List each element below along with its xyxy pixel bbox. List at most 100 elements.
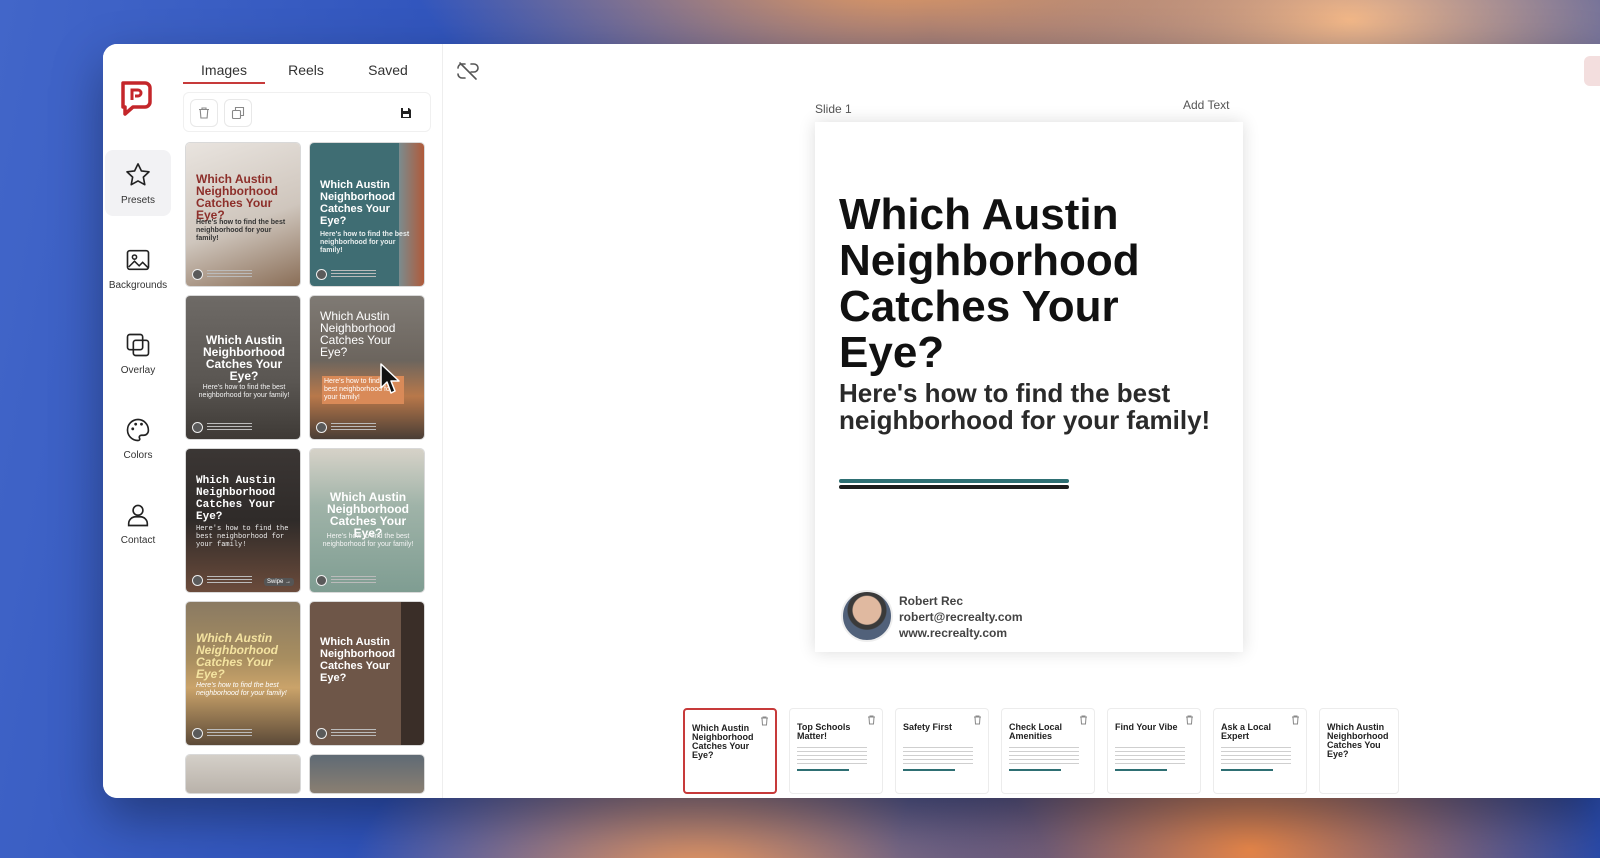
layers-icon [126, 333, 150, 356]
thumb-contact [316, 574, 376, 586]
rail-label: Overlay [120, 364, 156, 376]
tab-saved[interactable]: Saved [347, 58, 429, 84]
preset-thumbnail[interactable]: Which Austin Neighborhood Catches Your E… [185, 448, 301, 593]
avatar [192, 574, 203, 586]
contact-lines [331, 576, 376, 584]
thumb-contact [316, 268, 376, 280]
gallery-tabs: Images Reels Saved [183, 58, 433, 84]
preset-thumbnail[interactable] [309, 754, 425, 794]
rail-item-overlay[interactable]: Overlay [105, 320, 171, 386]
slide-thumbnail-5[interactable]: Find Your Vibe [1107, 708, 1201, 794]
thumb-title: Which Austin Neighborhood Catches Your E… [320, 179, 396, 227]
film-title: Safety First [903, 722, 953, 732]
slide-filmstrip: Which Austin Neighborhood Catches Your E… [683, 708, 1403, 798]
thumb-title: Which Austin Neighborhood Catches Your E… [196, 172, 278, 222]
avatar [316, 268, 327, 280]
slide-canvas[interactable]: Which Austin Neighborhood Catches Your E… [815, 122, 1243, 652]
slide-thumbnail-6[interactable]: Ask a Local Expert [1213, 708, 1307, 794]
star-icon [126, 162, 150, 185]
thumb-contact [192, 268, 252, 280]
thumb-subtitle: Here's how to find the best neighborhood… [196, 525, 289, 549]
thumb-title: Which Austin Neighborhood Catches Your E… [196, 475, 276, 523]
tab-images[interactable]: Images [183, 58, 265, 84]
rail-item-presets[interactable]: Presets [105, 150, 171, 216]
slide-thumbnail-2[interactable]: Top Schools Matter! [789, 708, 883, 794]
film-title: Find Your Vibe [1115, 722, 1178, 732]
preset-thumbnail[interactable]: Which Austin Neighborhood Catches Your E… [185, 601, 301, 746]
avatar [316, 574, 327, 586]
canvas-area: Slide 1 Add Text Which Austin Neighborho… [380, 44, 1600, 798]
rail-label: Backgrounds [108, 279, 168, 291]
thumb-subtitle: Here's how to find the best neighborhood… [196, 219, 286, 242]
film-text-lines [1009, 747, 1079, 765]
slide-thumbnail-4[interactable]: Check Local Amenities [1001, 708, 1095, 794]
preset-thumbnail[interactable]: Which Austin Neighborhood Catches Your E… [309, 448, 425, 593]
thumb-contact [192, 727, 252, 739]
thumb-contact [192, 421, 252, 433]
swipe-badge: Swipe → [263, 578, 294, 586]
film-title: Which Austin Neighborhood Catches You Ey… [1327, 722, 1389, 759]
trash-icon [199, 107, 209, 119]
preset-thumbnail[interactable]: Which Austin Neighborhood Catches Your E… [309, 295, 425, 440]
link-icon[interactable] [455, 60, 481, 82]
film-accent-bar [903, 769, 955, 771]
save-button[interactable] [392, 99, 420, 127]
avatar[interactable] [841, 590, 893, 642]
copy-icon [231, 106, 245, 120]
avatar [192, 268, 203, 280]
rail-item-contact[interactable]: Contact [105, 490, 171, 556]
avatar [316, 421, 327, 433]
contact-lines [207, 576, 252, 584]
image-icon [126, 249, 150, 270]
thumb-subtitle: Here's how to find the best neighborhood… [320, 231, 410, 254]
thumb-subtitle: Here's how to find the best neighborhood… [196, 682, 287, 697]
palette-icon [126, 418, 150, 441]
thumb-title: Which Austin Neighborhood Catches Your E… [320, 309, 396, 359]
slide-thumbnail-1[interactable]: Which Austin Neighborhood Catches Your E… [683, 708, 777, 794]
slide-thumbnail-7[interactable]: Which Austin Neighborhood Catches You Ey… [1319, 708, 1399, 794]
rail-item-backgrounds[interactable]: Backgrounds [105, 235, 171, 301]
gallery-toolbar [183, 92, 431, 132]
accent-bar-dark [839, 485, 1069, 489]
duplicate-button[interactable] [224, 99, 252, 127]
thumb-title: Which Austin Neighborhood Catches Your E… [196, 631, 278, 681]
preset-thumbnail[interactable]: Which Austin Neighborhood Catches Your E… [309, 601, 425, 746]
film-title: Ask a Local Expert [1221, 722, 1272, 741]
top-right-button[interactable] [1584, 56, 1600, 86]
preset-thumbnail[interactable] [185, 754, 301, 794]
left-rail: Presets Backgrounds Overlay Colors Conta… [103, 44, 175, 798]
rail-label: Presets [121, 194, 155, 206]
contact-email[interactable]: robert@recrealty.com [899, 610, 1023, 624]
contact-lines [207, 270, 252, 278]
thumb-title: Which Austin Neighborhood Catches Your E… [327, 490, 409, 540]
film-title: Check Local Amenities [1009, 722, 1063, 741]
app-logo-icon[interactable] [119, 80, 153, 116]
preset-thumbnail[interactable]: Which Austin Neighborhood Catches Your E… [185, 295, 301, 440]
avatar [316, 727, 327, 739]
contact-name[interactable]: Robert Rec [899, 594, 963, 608]
preset-thumbnail[interactable]: Which Austin Neighborhood Catches Your E… [185, 142, 301, 287]
avatar [192, 727, 203, 739]
thumb-title: Which Austin Neighborhood Catches Your E… [320, 636, 396, 684]
slide-thumbnail-3[interactable]: Safety First [895, 708, 989, 794]
film-accent-bar [797, 769, 849, 771]
slide-subtitle[interactable]: Here's how to find the best neighborhood… [839, 380, 1219, 434]
thumb-subtitle: Here's how to find the best neighborhood… [198, 384, 290, 399]
accent-bar [839, 479, 1069, 483]
app-window: Presets Backgrounds Overlay Colors Conta… [103, 44, 1600, 798]
rail-label: Contact [120, 534, 156, 546]
mouse-cursor-icon [380, 363, 400, 394]
tab-reels[interactable]: Reels [265, 58, 347, 84]
preset-thumbnail[interactable]: Which Austin Neighborhood Catches Your E… [309, 142, 425, 287]
contact-website[interactable]: www.recrealty.com [899, 626, 1007, 640]
delete-button[interactable] [190, 99, 218, 127]
thumb-contact [316, 727, 376, 739]
slide-title[interactable]: Which Austin Neighborhood Catches Your E… [839, 192, 1199, 376]
avatar [192, 421, 203, 433]
save-icon [401, 108, 411, 118]
film-accent-bar [1115, 769, 1167, 771]
user-icon [127, 504, 149, 526]
contact-lines [331, 270, 376, 278]
add-text-button[interactable]: Add Text [1183, 98, 1229, 112]
rail-item-colors[interactable]: Colors [105, 405, 171, 471]
